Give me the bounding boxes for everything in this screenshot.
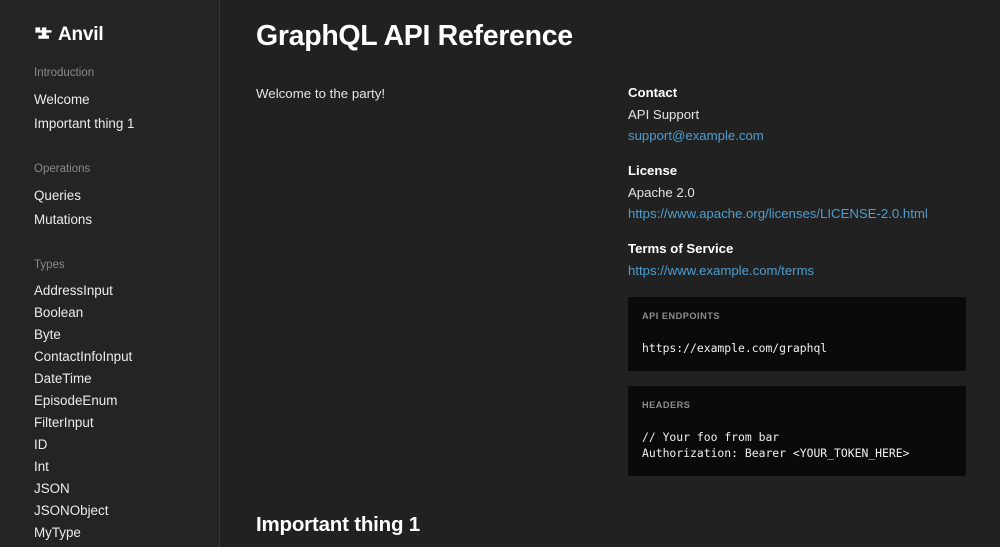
important-thing-1-section: Important thing 1 Some important stuff w… [256,512,962,547]
sidebar-item-filterinput[interactable]: FilterInput [0,412,219,434]
app-root: Anvil Introduction Welcome Important thi… [0,0,1000,547]
sidebar-item-id[interactable]: ID [0,434,219,456]
sidebar-item-episodeenum[interactable]: EpisodeEnum [0,390,219,412]
sidebar-item-contactinfoinput[interactable]: ContactInfoInput [0,346,219,368]
sidebar-item-welcome[interactable]: Welcome [0,88,219,112]
sidebar-item-mutations[interactable]: Mutations [0,208,219,232]
sidebar-item-datetime[interactable]: DateTime [0,368,219,390]
api-endpoints-label: API ENDPOINTS [642,311,720,321]
sidebar-item-int[interactable]: Int [0,456,219,478]
nav-group-spacer-2 [0,246,219,258]
license-block: License Apache 2.0 https://www.apache.or… [628,162,962,223]
headers-panel: HEADERS // Your foo from bar Authorizati… [628,386,966,476]
api-endpoints-panel: API ENDPOINTS https://example.com/graphq… [628,297,966,371]
nav-group-operations: Operations Queries Mutations [0,162,219,232]
section-title: Important thing 1 [256,513,421,536]
headers-label: HEADERS [642,400,691,410]
sidebar-content: Anvil Introduction Welcome Important thi… [0,0,219,547]
contact-email-link[interactable]: support@example.com [628,126,764,145]
sidebar-item-jsonobject[interactable]: JSONObject [0,500,219,522]
anvil-logo-icon [35,26,52,39]
main-content: GraphQL API Reference Welcome to the par… [220,0,1000,547]
brand-name: Anvil [58,23,104,45]
main-inner: GraphQL API Reference Welcome to the par… [220,0,1000,547]
sidebar-item-important-thing-1[interactable]: Important thing 1 [0,112,219,136]
sidebar-item-addressinput[interactable]: AddressInput [0,280,219,302]
headers-comment-line: // Your foo from bar [642,430,780,444]
license-url-link[interactable]: https://www.apache.org/licenses/LICENSE-… [628,204,928,223]
nav-group-label-types: Types [34,259,65,271]
api-info-column: Contact API Support support@example.com … [628,84,966,476]
sidebar-item-json[interactable]: JSON [0,478,219,500]
license-title: License [628,163,678,178]
intro-columns: Welcome to the party! Contact API Suppor… [256,84,966,476]
nav-group-label-operations: Operations [34,163,91,175]
api-endpoint-value[interactable]: https://example.com/graphql [642,340,952,356]
terms-title: Terms of Service [628,241,734,256]
sidebar-item-mytype[interactable]: MyType [0,522,219,544]
brand-logo[interactable]: Anvil [0,22,219,46]
sidebar: Anvil Introduction Welcome Important thi… [0,0,220,547]
page-title: GraphQL API Reference [256,20,573,52]
nav-group-spacer [0,150,219,162]
terms-block: Terms of Service https://www.example.com… [628,240,962,280]
sidebar-item-queries[interactable]: Queries [0,184,219,208]
intro-description: Welcome to the party! [256,86,386,101]
license-name: Apache 2.0 [628,185,695,200]
terms-url-link[interactable]: https://www.example.com/terms [628,261,814,280]
contact-name: API Support [628,107,700,122]
nav-group-types: Types AddressInput Boolean Byte ContactI… [0,258,219,547]
sidebar-item-boolean[interactable]: Boolean [0,302,219,324]
intro-text-column: Welcome to the party! [256,84,628,104]
contact-block: Contact API Support support@example.com [628,84,962,145]
contact-title: Contact [628,85,678,100]
nav-group-introduction: Introduction Welcome Important thing 1 [0,66,219,136]
nav-group-label-introduction: Introduction [34,67,95,79]
headers-authorization-line[interactable]: Authorization: Bearer <YOUR_TOKEN_HERE> [642,445,952,461]
sidebar-item-byte[interactable]: Byte [0,324,219,346]
